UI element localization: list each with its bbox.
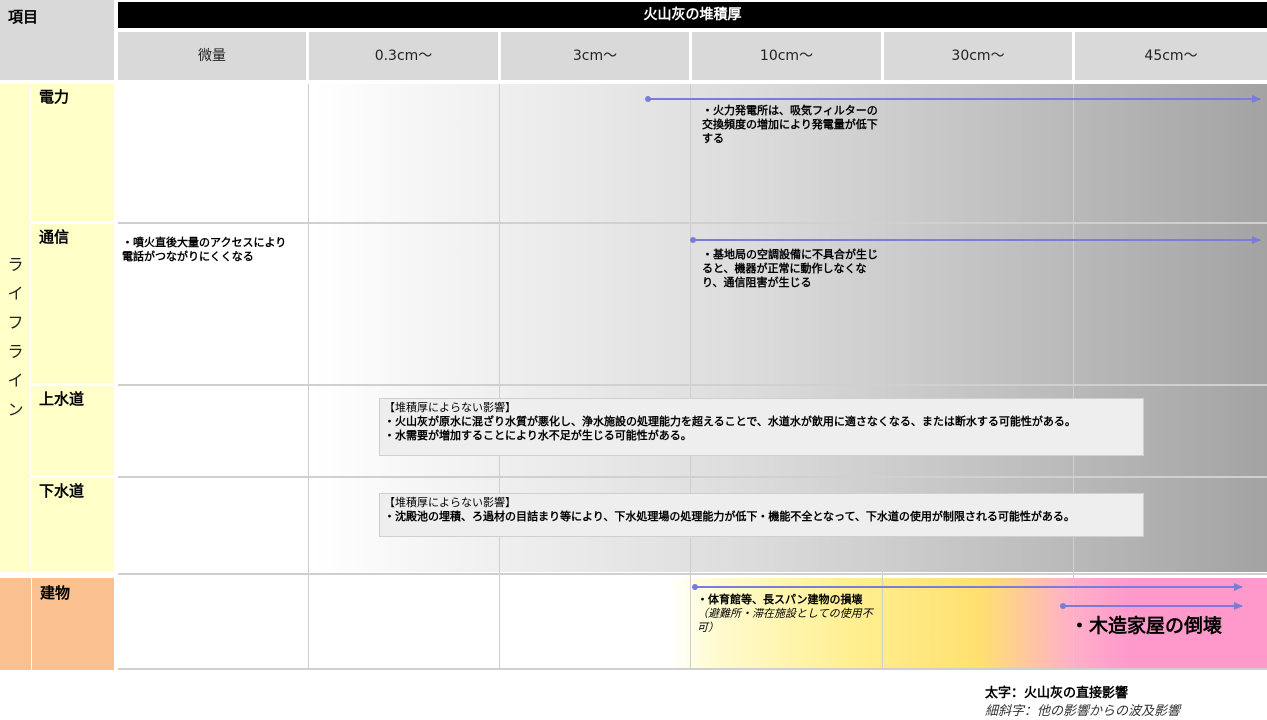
water-impact-box: 【堆積厚によらない影響】 ・火山灰が原水に混ざり水質が悪化し、浄水施設の処理能力… (379, 398, 1144, 456)
building-long-span-text: ・体育館等、長スパン建物の損壊 (697, 593, 863, 606)
water-box-heading: 【堆積厚によらない影響】 (384, 401, 516, 414)
telecom-10cm-note: ・基地局の空調設備に不具合が生じると、機器が正常に動作しなくなり、通信阻害が生じ… (702, 248, 878, 289)
sewer-box-heading: 【堆積厚によらない影響】 (384, 496, 516, 509)
power-note: ・火力発電所は、吸気フィルターの交換頻度の増加により発電量が低下する (702, 104, 878, 145)
wooden-house-collapse-note: ・木造家屋の倒壊 (1070, 615, 1223, 637)
telecom-arrow (690, 236, 1261, 244)
legend-italic: 細斜字：他の影響からの波及影響 (985, 704, 1181, 719)
power-arrow (645, 95, 1261, 103)
sewer-impact-box: 【堆積厚によらない影響】 ・沈殿池の埋積、ろ過材の目詰まり等により、下水処理場の… (379, 493, 1144, 537)
water-impact-2: ・水需要が増加することにより水不足が生じる可能性がある。 (384, 429, 692, 442)
sewer-impact-1: ・沈殿池の埋積、ろ過材の目詰まり等により、下水処理場の処理能力が低下・機能不全と… (384, 510, 1075, 523)
building-long-span-subtext: （避難所・滞在施設としての使用不可） (697, 607, 873, 634)
water-impact-1: ・火山灰が原水に混ざり水質が悪化し、浄水施設の処理能力を超えることで、水道水が飲… (384, 415, 1076, 428)
building-long-span-note: ・体育館等、長スパン建物の損壊（避難所・滞在施設としての使用不可） (697, 593, 875, 635)
telecom-trace-note: ・噴火直後大量のアクセスにより電話がつながりにくくなる (122, 236, 287, 263)
legend-bold: 太字：火山灰の直接影響 (985, 686, 1129, 701)
building-arrow-long-span (692, 583, 1243, 591)
building-arrow-wooden (1060, 602, 1243, 610)
